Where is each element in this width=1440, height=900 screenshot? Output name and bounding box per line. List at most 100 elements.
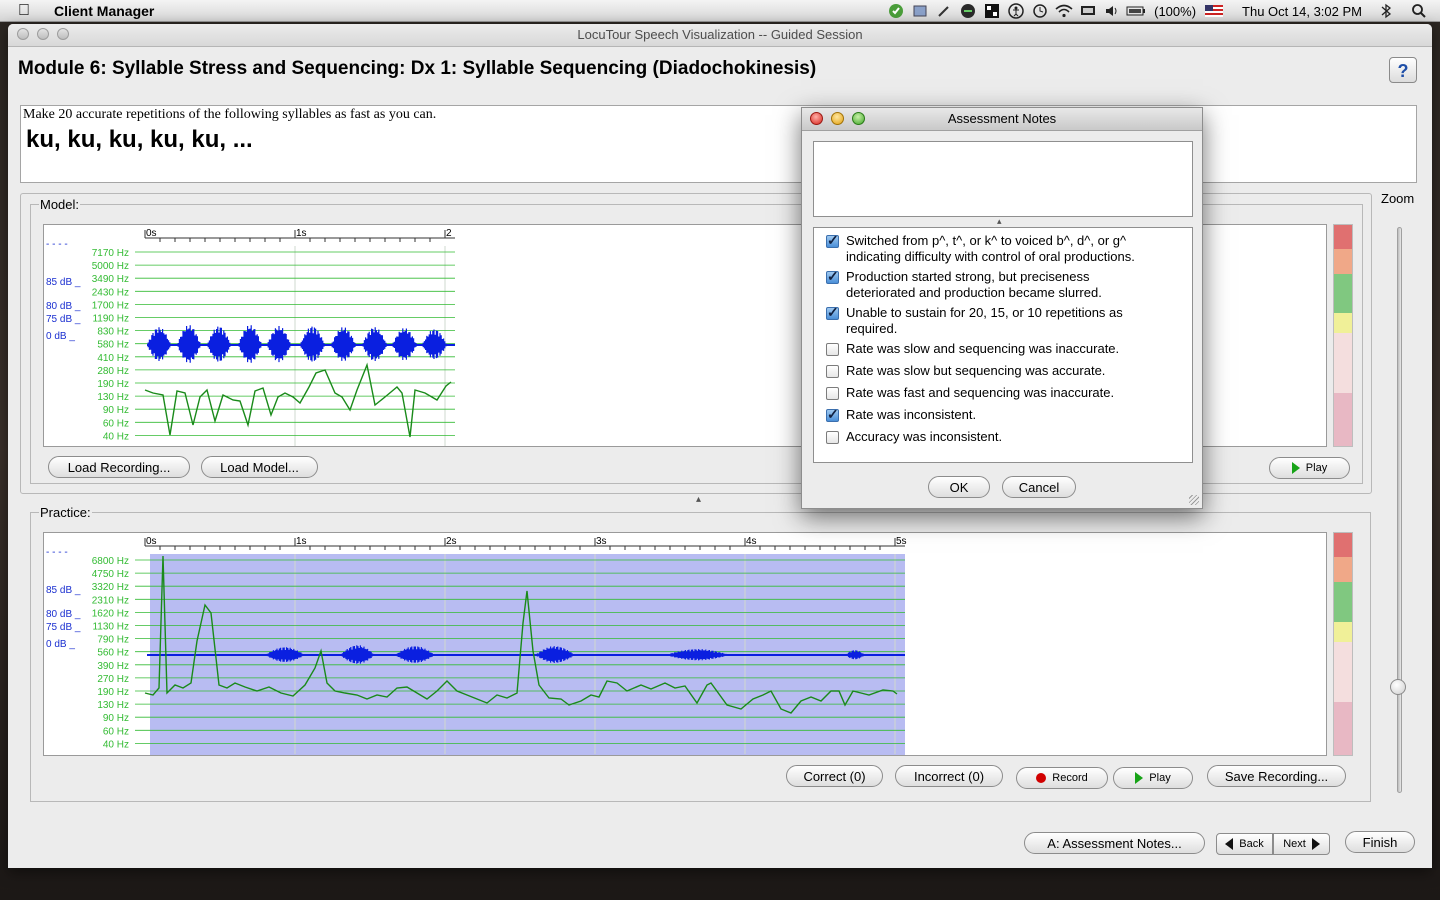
zoom-slider[interactable] bbox=[1397, 227, 1402, 793]
freq-label: 3490 Hz bbox=[92, 274, 129, 285]
checkbox[interactable] bbox=[826, 343, 839, 356]
close-window-button[interactable] bbox=[17, 28, 29, 40]
zoom-slider-knob[interactable] bbox=[1390, 679, 1406, 695]
practice-plot[interactable]: 0s 1s 2s 3s 4s 5s 6800 Hz 4750 Hz 3320 Hz 2310 Hz… bbox=[43, 532, 1327, 756]
help-button[interactable]: ? bbox=[1389, 57, 1417, 83]
freq-label: 4750 Hz bbox=[92, 569, 129, 580]
split-pane-divider[interactable]: ▴ bbox=[696, 494, 701, 505]
checklist-item[interactable]: Rate was slow and sequencing was inaccur… bbox=[826, 341, 1119, 357]
app-menu[interactable]: Client Manager bbox=[54, 3, 154, 19]
apple-menu-icon[interactable]:  bbox=[18, 0, 38, 22]
meter-segment bbox=[1334, 392, 1352, 446]
checklist-item[interactable]: Rate was fast and sequencing was inaccur… bbox=[826, 385, 1114, 401]
back-button[interactable]: Back bbox=[1216, 833, 1273, 855]
checklist-label-line: deteriorated and production became slurr… bbox=[846, 285, 1102, 300]
finish-button[interactable]: Finish bbox=[1345, 831, 1415, 853]
freq-label: 580 Hz bbox=[97, 340, 129, 351]
checklist-label-line: required. bbox=[846, 321, 898, 336]
checklist-item[interactable]: Rate was slow but sequencing was accurat… bbox=[826, 363, 1105, 379]
next-button[interactable]: Next bbox=[1273, 833, 1330, 855]
dialog-titlebar: Assessment Notes bbox=[802, 108, 1202, 131]
checklist-label: Rate was inconsistent. bbox=[846, 407, 976, 423]
checklist-item[interactable]: Switched from p^, t^, or k^ to voiced b^… bbox=[826, 232, 1135, 265]
wifi-icon[interactable] bbox=[1053, 3, 1075, 19]
dialog-close-icon[interactable] bbox=[810, 112, 823, 125]
checkbox[interactable] bbox=[826, 232, 839, 248]
meter-segment bbox=[1334, 225, 1352, 250]
load-recording-button[interactable]: Load Recording... bbox=[48, 456, 190, 478]
menu-clock[interactable]: Thu Oct 14, 3:02 PM bbox=[1226, 4, 1374, 19]
assessment-checklist: Switched from p^, t^, or k^ to voiced b^… bbox=[813, 227, 1193, 463]
time-tick-label: 2s bbox=[446, 536, 457, 547]
time-tick-label: 1s bbox=[296, 228, 307, 239]
bluetooth-icon[interactable] bbox=[1375, 3, 1397, 19]
time-machine-icon[interactable] bbox=[1029, 3, 1051, 19]
volume-icon[interactable] bbox=[1101, 3, 1123, 19]
model-play-label: Play bbox=[1305, 462, 1328, 474]
dialog-zoom-icon[interactable] bbox=[852, 112, 865, 125]
status-icon[interactable] bbox=[957, 3, 979, 19]
notes-textarea[interactable] bbox=[813, 141, 1193, 217]
menu-bar:  Client Manager (100%) Thu Oct 14, 3:02… bbox=[0, 0, 1440, 22]
notes-splitter-icon[interactable]: ▴ bbox=[997, 216, 1002, 227]
grid-icon[interactable] bbox=[981, 3, 1003, 19]
tool-icon[interactable] bbox=[933, 3, 955, 19]
checklist-label-line: indicating difficulty with control of or… bbox=[846, 249, 1135, 264]
scripts-icon[interactable] bbox=[909, 3, 931, 19]
dialog-title: Assessment Notes bbox=[947, 111, 1057, 126]
display-icon[interactable] bbox=[1077, 3, 1099, 19]
freq-label: 130 Hz bbox=[97, 392, 129, 403]
practice-play-button[interactable]: Play bbox=[1113, 767, 1193, 789]
record-button[interactable]: Record bbox=[1016, 767, 1108, 789]
checklist-label-line: Switched from p^, t^, or k^ to voiced b^… bbox=[846, 233, 1127, 248]
resize-grip-icon[interactable] bbox=[1189, 495, 1199, 505]
checklist-item[interactable]: Unable to sustain for 20, 15, or 10 repe… bbox=[826, 304, 1123, 337]
cancel-label: Cancel bbox=[1018, 479, 1060, 495]
play-icon bbox=[1135, 772, 1144, 784]
menu-extras: (100%) Thu Oct 14, 3:02 PM bbox=[884, 0, 1440, 22]
save-recording-button[interactable]: Save Recording... bbox=[1207, 765, 1346, 787]
checkbox[interactable] bbox=[826, 365, 839, 378]
assessment-notes-button[interactable]: A: Assessment Notes... bbox=[1024, 832, 1205, 854]
checklist-item[interactable]: Rate was inconsistent. bbox=[826, 406, 976, 423]
load-model-button[interactable]: Load Model... bbox=[201, 456, 318, 478]
freq-label: 790 Hz bbox=[97, 635, 129, 646]
waveform-burst bbox=[300, 326, 325, 362]
freq-label: 560 Hz bbox=[97, 648, 129, 659]
correct-button[interactable]: Correct (0) bbox=[786, 765, 883, 787]
cancel-button[interactable]: Cancel bbox=[1002, 476, 1076, 498]
waveform-burst bbox=[331, 327, 356, 361]
db-label: 85 dB _ bbox=[46, 585, 81, 596]
meter-segment bbox=[1334, 621, 1352, 642]
checkbox[interactable] bbox=[826, 268, 839, 284]
model-play-button[interactable]: Play bbox=[1269, 457, 1350, 479]
checkbox[interactable] bbox=[826, 304, 839, 320]
checklist-item[interactable]: Production started strong, but precisene… bbox=[826, 268, 1102, 301]
dialog-minimize-icon[interactable] bbox=[831, 112, 844, 125]
record-label: Record bbox=[1052, 772, 1088, 784]
ok-button[interactable]: OK bbox=[928, 476, 990, 498]
freq-label: 270 Hz bbox=[97, 674, 129, 685]
evernote-icon[interactable] bbox=[885, 3, 907, 19]
checklist-label-line: Production started strong, but precisene… bbox=[846, 269, 1090, 284]
meter-segment bbox=[1334, 701, 1352, 755]
assessment-notes-dialog: Assessment Notes ▴ Switched from p^, t^,… bbox=[801, 107, 1203, 509]
checkbox[interactable] bbox=[826, 431, 839, 444]
checkbox[interactable] bbox=[826, 406, 839, 422]
freq-label: 1620 Hz bbox=[92, 608, 129, 619]
waveform-burst bbox=[362, 327, 387, 361]
incorrect-button[interactable]: Incorrect (0) bbox=[895, 765, 1003, 787]
db-label: 80 dB _ bbox=[46, 301, 81, 312]
zoom-window-button[interactable] bbox=[57, 28, 69, 40]
checklist-label: Production started strong, but precisene… bbox=[846, 269, 1102, 301]
minimize-window-button[interactable] bbox=[37, 28, 49, 40]
spotlight-icon[interactable] bbox=[1408, 3, 1430, 19]
battery-icon[interactable] bbox=[1125, 3, 1147, 19]
model-label: Model: bbox=[39, 197, 81, 212]
checkbox[interactable] bbox=[826, 387, 839, 400]
db-label: 85 dB _ bbox=[46, 277, 81, 288]
accessibility-icon[interactable] bbox=[1005, 3, 1027, 19]
checklist-item[interactable]: Accuracy was inconsistent. bbox=[826, 429, 1002, 445]
flag-icon[interactable] bbox=[1203, 3, 1225, 19]
page-title: Module 6: Syllable Stress and Sequencing… bbox=[18, 58, 817, 79]
